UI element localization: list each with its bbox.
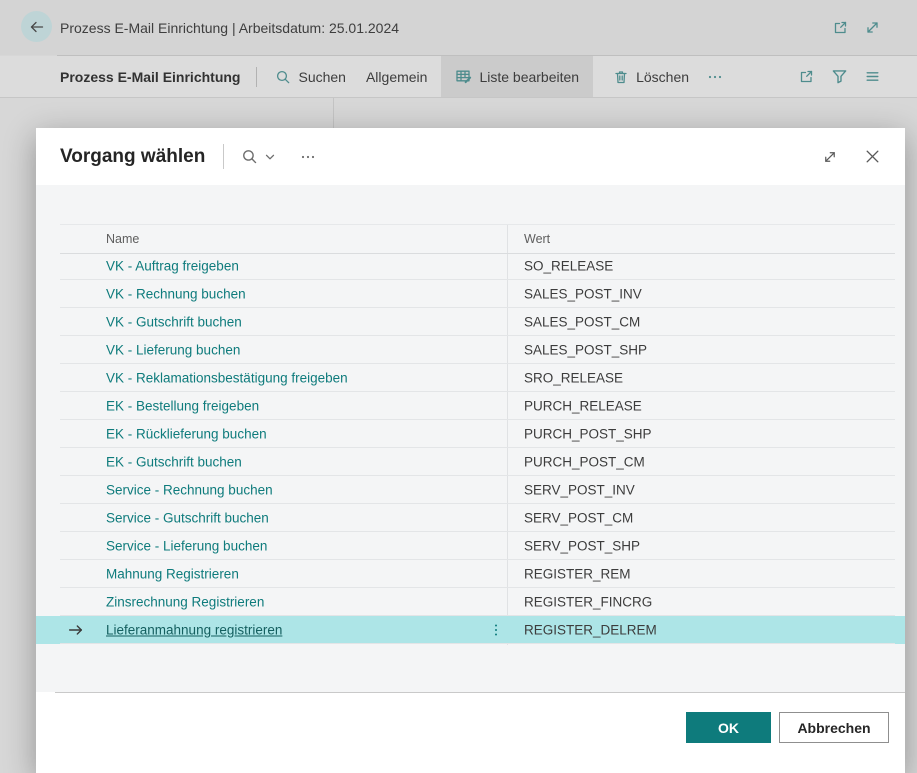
dialog-header: Vorgang wählen: [36, 128, 905, 185]
row-value: REGISTER_REM: [524, 567, 631, 582]
table-row[interactable]: Lieferanmahnung registrieren REGISTER_DE…: [36, 616, 905, 644]
cancel-button[interactable]: Abbrechen: [779, 712, 889, 743]
row-name-link[interactable]: Service - Lieferung buchen: [106, 539, 267, 554]
edit-list-label: Liste bearbeiten: [479, 69, 579, 85]
screen: Prozess E-Mail Einrichtung | Arbeitsdatu…: [0, 0, 917, 773]
column-header-name[interactable]: Name: [106, 232, 139, 246]
edit-list-action[interactable]: Liste bearbeiten: [441, 56, 593, 97]
table-row[interactable]: Service - Gutschrift buchen SERV_POST_CM: [36, 504, 905, 532]
background-column-divider: [333, 98, 334, 128]
table-row[interactable]: EK - Gutschrift buchen PURCH_POST_CM: [36, 448, 905, 476]
row-value: PURCH_RELEASE: [524, 399, 642, 414]
table-rows: VK - Auftrag freigeben SO_RELEASE VK - R…: [36, 252, 905, 644]
more-actions-icon[interactable]: [707, 69, 723, 85]
search-icon: [275, 69, 291, 85]
page-title: Prozess E-Mail Einrichtung | Arbeitsdatu…: [60, 0, 399, 55]
row-separator: [60, 643, 895, 644]
row-value: REGISTER_FINCRG: [524, 595, 652, 610]
row-name-link[interactable]: VK - Rechnung buchen: [106, 287, 246, 302]
row-name-link[interactable]: Service - Gutschrift buchen: [106, 511, 269, 526]
open-in-new-window-icon[interactable]: [832, 19, 849, 36]
row-name-link[interactable]: EK - Rücklieferung buchen: [106, 427, 267, 442]
row-value: PURCH_POST_CM: [524, 455, 645, 470]
delete-action[interactable]: Löschen: [613, 69, 689, 85]
table-row[interactable]: Service - Lieferung buchen SERV_POST_SHP: [36, 532, 905, 560]
toolbar-divider: [256, 67, 257, 87]
dialog-footer: OK Abbrechen: [36, 692, 905, 773]
row-value: REGISTER_DELREM: [524, 623, 657, 638]
dialog-more-actions-icon[interactable]: [300, 149, 316, 165]
filter-icon[interactable]: [831, 68, 848, 85]
row-name-link[interactable]: Mahnung Registrieren: [106, 567, 239, 582]
close-icon[interactable]: [864, 148, 881, 165]
row-value: SERV_POST_INV: [524, 483, 635, 498]
table-row[interactable]: EK - Bestellung freigeben PURCH_RELEASE: [36, 392, 905, 420]
search-icon: [241, 148, 258, 165]
row-value: SO_RELEASE: [524, 259, 613, 274]
dialog-header-divider: [223, 144, 224, 169]
dialog-body: Name Wert VK - Auftrag freigeben SO_RELE…: [36, 185, 905, 692]
row-name-link[interactable]: Service - Rechnung buchen: [106, 483, 273, 498]
row-name-link[interactable]: Lieferanmahnung registrieren: [106, 623, 282, 638]
selected-row-arrow-icon: [67, 622, 84, 639]
search-action[interactable]: Suchen: [275, 69, 345, 85]
table-row[interactable]: Zinsrechnung Registrieren REGISTER_FINCR…: [36, 588, 905, 616]
row-value: SALES_POST_SHP: [524, 343, 647, 358]
search-label: Suchen: [298, 69, 345, 85]
action-bar: Prozess E-Mail Einrichtung Suchen Allgem…: [0, 56, 917, 97]
table-row[interactable]: VK - Rechnung buchen SALES_POST_INV: [36, 280, 905, 308]
table-row[interactable]: EK - Rücklieferung buchen PURCH_POST_SHP: [36, 420, 905, 448]
back-button[interactable]: [21, 11, 52, 42]
delete-label: Löschen: [636, 69, 689, 85]
table-row[interactable]: VK - Auftrag freigeben SO_RELEASE: [36, 252, 905, 280]
back-arrow-icon: [29, 19, 45, 35]
row-value: SERV_POST_SHP: [524, 539, 640, 554]
table-row[interactable]: Mahnung Registrieren REGISTER_REM: [36, 560, 905, 588]
ok-button[interactable]: OK: [686, 712, 771, 743]
dialog-search-control[interactable]: [241, 148, 276, 165]
row-context-menu-icon[interactable]: [490, 622, 502, 638]
row-name-link[interactable]: Zinsrechnung Registrieren: [106, 595, 264, 610]
row-name-link[interactable]: VK - Lieferung buchen: [106, 343, 240, 358]
list-view-icon[interactable]: [864, 68, 881, 85]
row-name-link[interactable]: EK - Bestellung freigeben: [106, 399, 259, 414]
chevron-down-icon: [264, 151, 276, 163]
resize-diagonal-icon[interactable]: [864, 19, 881, 36]
trash-icon: [613, 69, 629, 85]
lookup-dialog: Vorgang wählen: [36, 128, 905, 773]
row-name-link[interactable]: EK - Gutschrift buchen: [106, 455, 242, 470]
row-value: SALES_POST_INV: [524, 287, 642, 302]
general-label: Allgemein: [366, 69, 427, 85]
row-value: PURCH_POST_SHP: [524, 427, 652, 442]
row-value: SERV_POST_CM: [524, 511, 633, 526]
table-row[interactable]: VK - Gutschrift buchen SALES_POST_CM: [36, 308, 905, 336]
app-header: Prozess E-Mail Einrichtung | Arbeitsdatu…: [0, 0, 917, 55]
row-name-link[interactable]: VK - Gutschrift buchen: [106, 315, 242, 330]
row-name-link[interactable]: VK - Reklamationsbestätigung freigeben: [106, 371, 348, 386]
share-icon[interactable]: [798, 68, 815, 85]
dialog-title: Vorgang wählen: [60, 146, 205, 168]
row-value: SALES_POST_CM: [524, 315, 640, 330]
table-header-row: Name Wert: [60, 224, 895, 254]
footer-divider: [55, 692, 905, 693]
edit-list-icon: [455, 68, 472, 85]
row-name-link[interactable]: VK - Auftrag freigeben: [106, 259, 239, 274]
column-header-wert[interactable]: Wert: [524, 232, 550, 246]
table-row[interactable]: Service - Rechnung buchen SERV_POST_INV: [36, 476, 905, 504]
table-row[interactable]: VK - Reklamationsbestätigung freigeben S…: [36, 364, 905, 392]
toolbar-bottom-divider: [0, 97, 917, 98]
table-row[interactable]: VK - Lieferung buchen SALES_POST_SHP: [36, 336, 905, 364]
general-menu[interactable]: Allgemein: [366, 69, 427, 85]
row-value: SRO_RELEASE: [524, 371, 623, 386]
expand-dialog-icon[interactable]: [822, 149, 838, 165]
list-caption: Prozess E-Mail Einrichtung: [60, 69, 240, 85]
